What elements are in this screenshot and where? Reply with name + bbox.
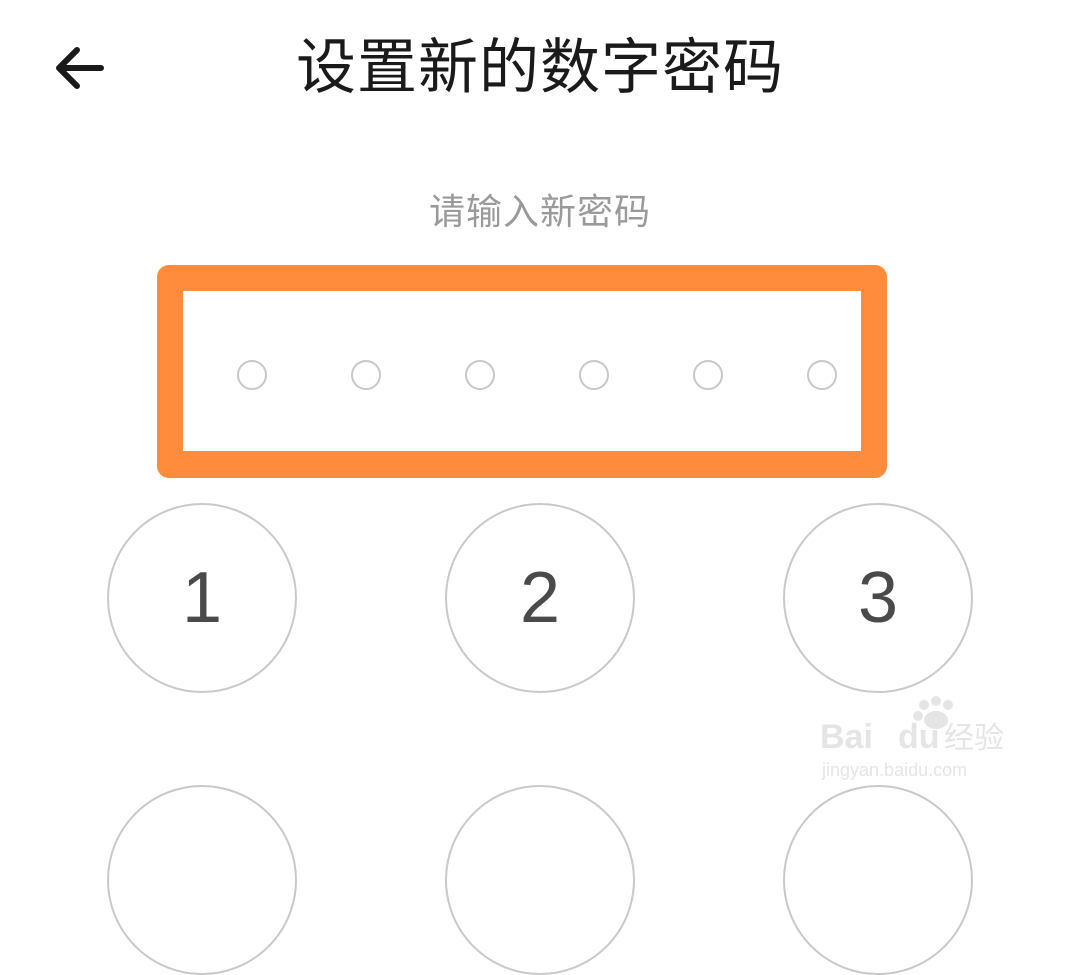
keypad-key-partial[interactable] [445,785,635,975]
keypad-key-2[interactable]: 2 [445,503,635,693]
baidu-jingyan-logo: Bai du 经验 jingyan.baidu.com [820,696,1004,780]
svg-text:jingyan.baidu.com: jingyan.baidu.com [821,760,967,780]
keypad-key-partial[interactable] [783,785,973,975]
keypad-key-partial[interactable] [107,785,297,975]
keypad-key-3[interactable]: 3 [783,503,973,693]
pin-dot [465,360,495,390]
pin-dot [807,360,837,390]
highlight-frame [157,265,887,478]
svg-text:Bai: Bai [820,718,873,756]
pin-dot [237,360,267,390]
svg-text:du: du [898,718,940,756]
page-title: 设置新的数字密码 [296,33,784,103]
pin-prompt: 请输入新密码 [428,192,651,233]
pin-input[interactable] [183,291,861,451]
pin-dot [579,360,609,390]
pin-dot [351,360,381,390]
pin-dot [693,360,723,390]
svg-text:经验: 经验 [944,721,1004,756]
keypad-key-1[interactable]: 1 [107,503,297,693]
